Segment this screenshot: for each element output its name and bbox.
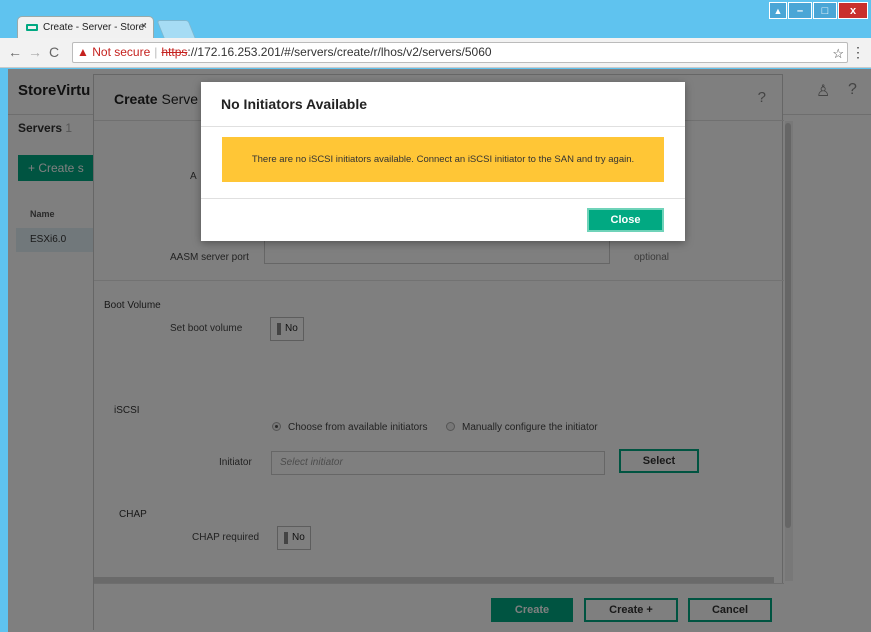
url-scheme: https bbox=[161, 45, 188, 59]
close-window-icon[interactable]: x bbox=[838, 2, 868, 19]
not-secure-label: Not secure bbox=[92, 45, 151, 59]
minimize-icon[interactable]: – bbox=[788, 2, 812, 19]
dialog-header: No Initiators Available bbox=[201, 82, 685, 127]
bookmark-star-icon[interactable]: ☆ bbox=[832, 44, 844, 62]
dialog-divider bbox=[201, 198, 685, 199]
profile-icon[interactable]: ▲ bbox=[769, 2, 787, 19]
reload-icon[interactable]: C bbox=[49, 44, 59, 60]
address-bar: ← → C ▲ Not secure | https://172.16.253.20… bbox=[0, 38, 871, 68]
url-path: ://172.16.253.201/#/servers/create/r/lho… bbox=[187, 45, 492, 59]
tab-close-icon[interactable]: × bbox=[141, 21, 147, 32]
maximize-icon[interactable]: □ bbox=[813, 2, 837, 19]
warning-message: There are no iSCSI initiators available.… bbox=[222, 137, 664, 182]
browser-titlebar: Create - Server - Store' × ▲ – □ x bbox=[0, 0, 871, 38]
tab-title: Create - Server - Store' bbox=[43, 22, 147, 33]
close-button[interactable]: Close bbox=[587, 208, 664, 232]
hpe-favicon-icon bbox=[26, 24, 38, 31]
browser-tab[interactable]: Create - Server - Store' × bbox=[17, 16, 154, 38]
browser-menu-icon[interactable]: ⋮ bbox=[851, 44, 865, 61]
dialog-title: No Initiators Available bbox=[221, 96, 367, 112]
url-input[interactable]: ▲ Not secure | https://172.16.253.201/#/se… bbox=[72, 42, 848, 63]
window-controls: ▲ – □ x bbox=[769, 2, 868, 19]
back-arrow-icon[interactable]: ← bbox=[8, 44, 22, 60]
forward-arrow-icon[interactable]: → bbox=[28, 44, 42, 60]
warning-icon: ▲ bbox=[77, 45, 89, 59]
no-initiators-dialog: No Initiators Available There are no iSC… bbox=[201, 82, 685, 241]
new-tab-button[interactable] bbox=[156, 20, 196, 38]
